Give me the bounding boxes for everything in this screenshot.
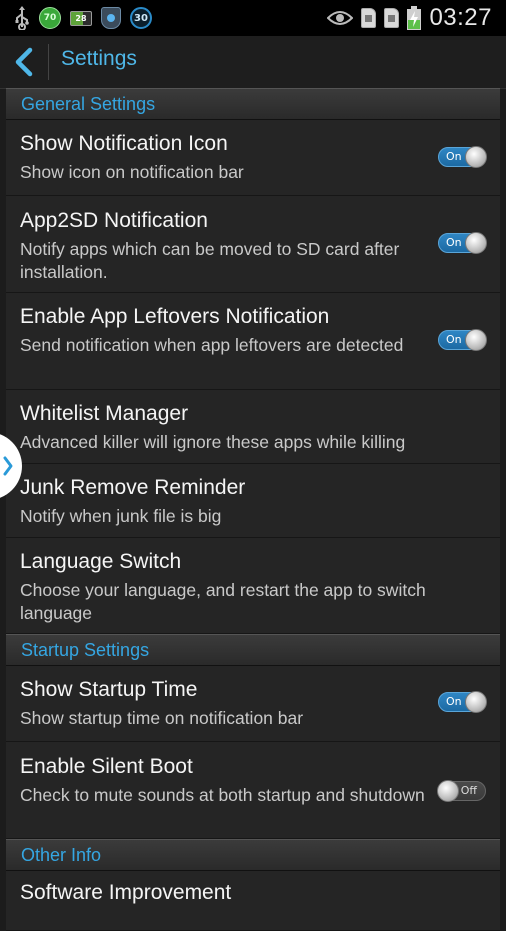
toggle-knob: [465, 232, 487, 254]
setting-title: Show Startup Time: [20, 678, 198, 701]
toggle-switch[interactable]: On: [438, 329, 487, 351]
setting-summary: Choose your language, and restart the ap…: [20, 580, 426, 623]
status-bar: 70 28 30 03:27: [0, 0, 506, 36]
setting-language-switch[interactable]: Language Switch Choose your language, an…: [6, 538, 500, 634]
setting-summary: Notify apps which can be moved to SD car…: [20, 239, 400, 282]
setting-software-improvement[interactable]: Software Improvement: [6, 871, 500, 931]
setting-title: Show Notification Icon: [20, 132, 228, 155]
setting-show-notification-icon[interactable]: Show Notification Icon Show icon on noti…: [6, 120, 500, 196]
setting-title: Software Improvement: [20, 881, 232, 904]
setting-show-startup-time[interactable]: Show Startup Time Show startup time on n…: [6, 666, 500, 742]
back-button[interactable]: [10, 44, 38, 80]
settings-list: General Settings Show Notification Icon …: [0, 88, 506, 931]
setting-enable-silent-boot[interactable]: Enable Silent Boot Check to mute sounds …: [6, 742, 500, 839]
setting-title: App2SD Notification: [20, 209, 208, 232]
blue-badge-icon: 30: [130, 7, 152, 29]
toggle-knob: [465, 691, 487, 713]
toggle-switch[interactable]: On: [438, 691, 487, 713]
clock: 03:27: [429, 4, 492, 31]
setting-junk-remove-reminder[interactable]: Junk Remove Reminder Notify when junk fi…: [6, 464, 500, 538]
toggle-knob: [465, 329, 487, 351]
section-header-general: General Settings: [6, 88, 500, 120]
setting-summary: Show icon on notification bar: [20, 162, 244, 182]
setting-title: Enable App Leftovers Notification: [20, 305, 330, 328]
setting-title: Language Switch: [20, 550, 182, 573]
toggle-knob: [437, 780, 459, 802]
setting-summary: Check to mute sounds at both startup and…: [20, 785, 425, 805]
toggle-switch[interactable]: On: [438, 232, 487, 254]
sim1-icon: [361, 8, 377, 28]
setting-summary: Send notification when app leftovers are…: [20, 335, 404, 355]
battery-charging-icon: [407, 6, 422, 30]
setting-title: Enable Silent Boot: [20, 755, 193, 778]
toggle-knob: [465, 146, 487, 168]
section-header-startup: Startup Settings: [6, 634, 500, 666]
setting-app-leftovers-notification[interactable]: Enable App Leftovers Notification Send n…: [6, 293, 500, 390]
section-header-other: Other Info: [6, 839, 500, 871]
green-badge-icon: 70: [39, 7, 61, 29]
toggle-switch[interactable]: On: [438, 146, 487, 168]
setting-summary: Show startup time on notification bar: [20, 708, 304, 728]
setting-summary: Notify when junk file is big: [20, 506, 222, 526]
usb-icon: [14, 6, 30, 30]
sim2-icon: [384, 8, 400, 28]
chevron-left-icon: [15, 47, 33, 77]
eye-icon: [327, 10, 354, 26]
setting-whitelist-manager[interactable]: Whitelist Manager Advanced killer will i…: [6, 390, 500, 464]
page-title: Settings: [61, 47, 137, 70]
battery-saver-icon: 28: [70, 10, 92, 26]
action-bar: Settings: [0, 36, 506, 89]
shield-icon: [101, 7, 121, 29]
setting-title: Junk Remove Reminder: [20, 476, 246, 499]
divider: [48, 44, 49, 80]
setting-title: Whitelist Manager: [20, 402, 189, 425]
setting-summary: Advanced killer will ignore these apps w…: [20, 432, 406, 452]
toggle-switch[interactable]: Off: [437, 780, 486, 802]
setting-app2sd-notification[interactable]: App2SD Notification Notify apps which ca…: [6, 196, 500, 293]
chevron-right-icon: [3, 456, 13, 476]
